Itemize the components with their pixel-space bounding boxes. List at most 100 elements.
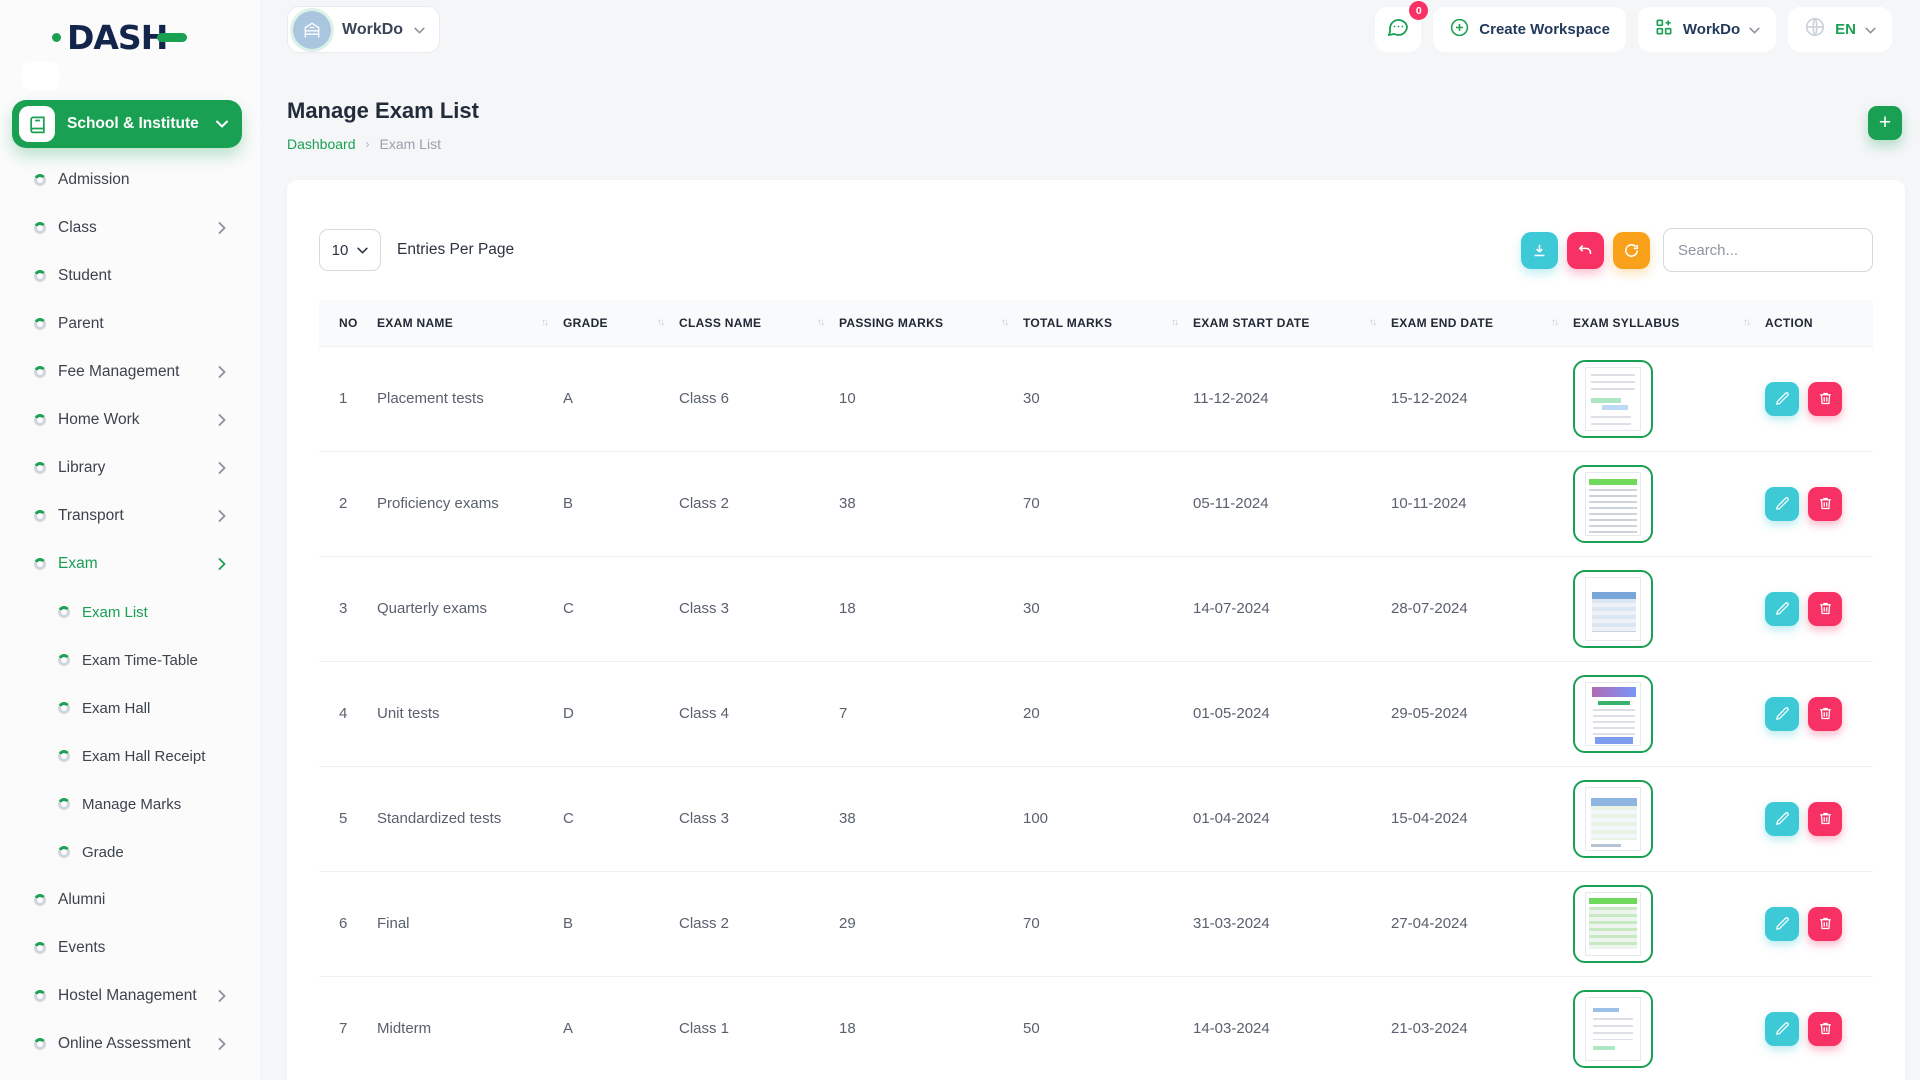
- cell-exam-name: Placement tests: [377, 346, 563, 451]
- edit-button[interactable]: [1765, 802, 1799, 836]
- col-exam-end-date[interactable]: EXAM END DATE↑↓: [1391, 300, 1573, 346]
- sidebar-item-hostel-management[interactable]: Hostel Management: [0, 972, 260, 1020]
- export-button[interactable]: [1521, 232, 1558, 269]
- table-row: 1 Placement tests A Class 6 10 30 11-12-…: [319, 346, 1873, 451]
- cell-class-name: Class 2: [679, 451, 839, 556]
- sidebar-item-exam-hall-receipt[interactable]: Exam Hall Receipt: [0, 732, 260, 780]
- sort-icon[interactable]: ↑↓: [541, 317, 547, 328]
- col-exam-syllabus[interactable]: EXAM SYLLABUS↑↓: [1573, 300, 1765, 346]
- bullet-icon: [34, 366, 46, 378]
- syllabus-thumbnail[interactable]: [1573, 570, 1653, 648]
- syllabus-doc-preview: [1585, 472, 1641, 536]
- sort-icon[interactable]: ↑↓: [1001, 317, 1007, 328]
- syllabus-thumbnail[interactable]: [1573, 360, 1653, 438]
- sidebar-item-manage-marks[interactable]: Manage Marks: [0, 780, 260, 828]
- sort-icon[interactable]: ↑↓: [1743, 317, 1749, 328]
- chevron-down-icon: [1865, 21, 1876, 39]
- syllabus-thumbnail[interactable]: [1573, 885, 1653, 963]
- cell-passing-marks: 38: [839, 766, 1023, 871]
- edit-button[interactable]: [1765, 592, 1799, 626]
- delete-button[interactable]: [1808, 592, 1842, 626]
- col-passing-marks[interactable]: PASSING MARKS↑↓: [839, 300, 1023, 346]
- chevron-down-icon: [1749, 21, 1760, 39]
- edit-button[interactable]: [1765, 382, 1799, 416]
- edit-button[interactable]: [1765, 907, 1799, 941]
- col-exam-name[interactable]: EXAM NAME↑↓: [377, 300, 563, 346]
- entries-per-page-select[interactable]: 10: [319, 229, 381, 271]
- table-row: 7 Midterm A Class 1 18 50 14-03-2024 21-…: [319, 976, 1873, 1080]
- sidebar-item-fee-management[interactable]: Fee Management: [0, 348, 260, 396]
- delete-button[interactable]: [1808, 802, 1842, 836]
- messages-button[interactable]: 0: [1375, 7, 1421, 52]
- col-grade[interactable]: GRADE↑↓: [563, 300, 679, 346]
- sidebar-item-exam-time-table[interactable]: Exam Time-Table: [0, 636, 260, 684]
- refresh-button[interactable]: [1613, 232, 1650, 269]
- sidebar-item-class[interactable]: Class: [0, 204, 260, 252]
- cell-grade: D: [563, 661, 679, 766]
- cell-total-marks: 30: [1023, 556, 1193, 661]
- syllabus-doc-preview: [1585, 682, 1641, 746]
- sidebar-item-library[interactable]: Library: [0, 444, 260, 492]
- sidebar-item-alumni[interactable]: Alumni: [0, 876, 260, 924]
- cell-no: 4: [319, 661, 377, 766]
- sidebar-item-events[interactable]: Events: [0, 924, 260, 972]
- add-exam-button[interactable]: +: [1868, 106, 1902, 140]
- sidebar-item-student[interactable]: Student: [0, 252, 260, 300]
- col-total-marks[interactable]: TOTAL MARKS↑↓: [1023, 300, 1193, 346]
- sidebar-item-grade[interactable]: Grade: [0, 828, 260, 876]
- bullet-icon: [34, 174, 46, 186]
- syllabus-thumbnail[interactable]: [1573, 675, 1653, 753]
- cell-no: 2: [319, 451, 377, 556]
- language-selector[interactable]: EN: [1788, 7, 1892, 52]
- edit-button[interactable]: [1765, 697, 1799, 731]
- col-exam-start-date[interactable]: EXAM START DATE↑↓: [1193, 300, 1391, 346]
- reset-button[interactable]: [1567, 232, 1604, 269]
- sidebar-section-school-institute[interactable]: School & Institute: [12, 100, 242, 148]
- sidebar-item-label: Fee Management: [58, 363, 218, 381]
- cell-grade: C: [563, 766, 679, 871]
- delete-button[interactable]: [1808, 697, 1842, 731]
- sort-icon[interactable]: ↑↓: [1551, 317, 1557, 328]
- create-workspace-button[interactable]: Create Workspace: [1433, 7, 1626, 52]
- sidebar-item-label: Online Assessment: [58, 1035, 218, 1053]
- sidebar-item-label: Exam: [58, 555, 218, 573]
- cell-class-name: Class 3: [679, 556, 839, 661]
- syllabus-thumbnail[interactable]: [1573, 465, 1653, 543]
- sidebar-item-online-assessment[interactable]: Online Assessment: [0, 1020, 260, 1068]
- sidebar-item-exam[interactable]: Exam: [0, 540, 260, 588]
- chevron-right-icon: [218, 558, 226, 570]
- brand-logo[interactable]: DASH: [52, 18, 187, 57]
- cell-grade: A: [563, 976, 679, 1080]
- sidebar-subitem-label: Exam Hall: [82, 700, 226, 717]
- search-input[interactable]: [1663, 228, 1873, 272]
- syllabus-thumbnail[interactable]: [1573, 990, 1653, 1068]
- cell-total-marks: 30: [1023, 346, 1193, 451]
- sidebar-subitem-label: Grade: [82, 844, 226, 861]
- sidebar-item-exam-list[interactable]: Exam List: [0, 588, 260, 636]
- sort-icon[interactable]: ↑↓: [1369, 317, 1375, 328]
- breadcrumb-dashboard-link[interactable]: Dashboard: [287, 136, 356, 152]
- syllabus-doc-preview: [1585, 997, 1641, 1061]
- sidebar-notch: [22, 62, 60, 90]
- syllabus-thumbnail[interactable]: [1573, 780, 1653, 858]
- workdo-menu-button[interactable]: WorkDo: [1638, 7, 1776, 52]
- sidebar-item-home-work[interactable]: Home Work: [0, 396, 260, 444]
- sidebar-item-parent[interactable]: Parent: [0, 300, 260, 348]
- sort-icon[interactable]: ↑↓: [1171, 317, 1177, 328]
- sort-icon[interactable]: ↑↓: [817, 317, 823, 328]
- delete-button[interactable]: [1808, 1012, 1842, 1046]
- workspace-selector[interactable]: WorkDo: [287, 6, 440, 53]
- edit-button[interactable]: [1765, 1012, 1799, 1046]
- delete-button[interactable]: [1808, 487, 1842, 521]
- delete-button[interactable]: [1808, 382, 1842, 416]
- bullet-icon: [34, 894, 46, 906]
- sort-icon[interactable]: ↑↓: [657, 317, 663, 328]
- col-class-name[interactable]: CLASS NAME↑↓: [679, 300, 839, 346]
- cell-end-date: 15-04-2024: [1391, 766, 1573, 871]
- sidebar-item-transport[interactable]: Transport: [0, 492, 260, 540]
- sidebar-item-admission[interactable]: Admission: [0, 156, 260, 204]
- delete-button[interactable]: [1808, 907, 1842, 941]
- pencil-icon: [1775, 916, 1790, 931]
- edit-button[interactable]: [1765, 487, 1799, 521]
- sidebar-item-exam-hall[interactable]: Exam Hall: [0, 684, 260, 732]
